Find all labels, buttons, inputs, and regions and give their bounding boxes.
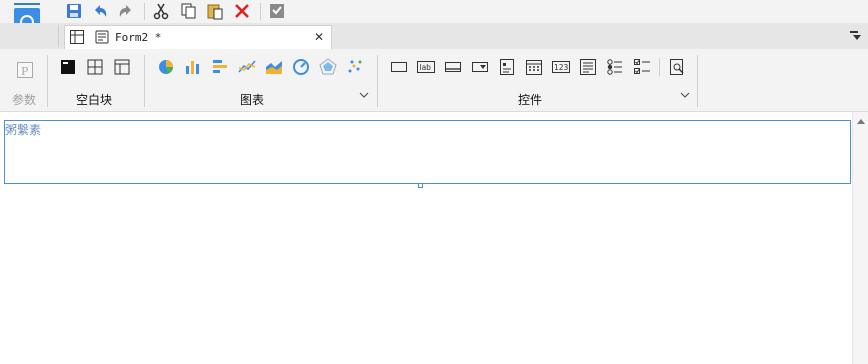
svg-text:lab: lab — [420, 63, 432, 72]
cut-icon[interactable] — [152, 2, 170, 20]
text-area-widget-icon[interactable] — [579, 58, 597, 76]
line-chart-icon[interactable] — [238, 58, 256, 76]
group-separator — [47, 55, 48, 107]
toolbar-separator — [144, 3, 145, 20]
absolute-layout-block-icon[interactable] — [59, 58, 77, 76]
date-widget-icon[interactable] — [525, 58, 543, 76]
pie-chart-icon[interactable] — [157, 58, 175, 76]
svg-text:P: P — [21, 65, 29, 78]
control-separator — [659, 58, 660, 76]
vertical-scrollbar[interactable] — [852, 112, 868, 364]
control-group-expand-icon[interactable] — [680, 92, 690, 99]
tab-separator — [58, 25, 59, 47]
scatter-chart-icon[interactable] — [346, 58, 364, 76]
dropdown-widget-icon[interactable] — [471, 58, 489, 76]
bar-chart-icon[interactable] — [184, 58, 202, 76]
blank-block-group-label: 空白块 — [76, 93, 113, 107]
ribbon: P lab 123 — [0, 49, 868, 112]
chart-group-label: 图表 — [240, 93, 265, 107]
radio-group-widget-icon[interactable] — [606, 58, 624, 76]
text-field-widget-icon[interactable] — [444, 58, 462, 76]
horizontal-bar-chart-icon[interactable] — [211, 58, 229, 76]
area-chart-icon[interactable] — [265, 58, 283, 76]
copy-icon[interactable] — [179, 2, 197, 20]
resize-handle[interactable] — [418, 183, 423, 188]
tab-form2[interactable]: Form2 * ✕ — [64, 25, 332, 49]
radar-chart-icon[interactable] — [319, 58, 337, 76]
parameter-block[interactable]: 粥繫素 — [4, 120, 851, 184]
undo-icon[interactable] — [91, 2, 109, 20]
parameter-group-label: 参数 — [12, 93, 37, 107]
group-separator — [144, 55, 145, 107]
split-block-icon[interactable] — [86, 58, 104, 76]
group-separator — [697, 55, 698, 107]
button-widget-icon[interactable] — [390, 58, 408, 76]
svg-text:123: 123 — [554, 63, 569, 72]
checkbox-group-widget-icon[interactable] — [633, 58, 651, 76]
form-icon — [95, 30, 109, 44]
tab-close-button[interactable]: ✕ — [314, 30, 324, 44]
toolbar-separator — [260, 3, 261, 20]
tab-title: Form2 * — [115, 31, 162, 44]
parameter-icon[interactable]: P — [16, 61, 34, 79]
number-widget-icon[interactable]: 123 — [552, 58, 570, 76]
quick-access-toolbar — [0, 0, 868, 23]
tab-block-icon[interactable] — [113, 58, 131, 76]
redo-icon[interactable] — [117, 2, 135, 20]
delete-icon[interactable] — [233, 2, 251, 20]
label-widget-icon[interactable]: lab — [417, 58, 435, 76]
scroll-up-arrow-icon[interactable] — [857, 119, 865, 124]
preview-icon[interactable] — [268, 2, 286, 20]
grid-view-icon[interactable] — [70, 30, 84, 44]
control-group-label: 控件 — [518, 93, 543, 107]
group-separator — [377, 55, 378, 107]
chart-group-expand-icon[interactable] — [359, 92, 369, 99]
parameter-block-label: 粥繫素 — [5, 123, 42, 137]
tree-widget-icon[interactable] — [498, 58, 516, 76]
paste-icon[interactable] — [206, 2, 224, 20]
query-widget-icon[interactable] — [668, 58, 686, 76]
tab-list-icon[interactable] — [850, 31, 862, 41]
save-icon[interactable] — [65, 2, 83, 20]
gauge-chart-icon[interactable] — [292, 58, 310, 76]
